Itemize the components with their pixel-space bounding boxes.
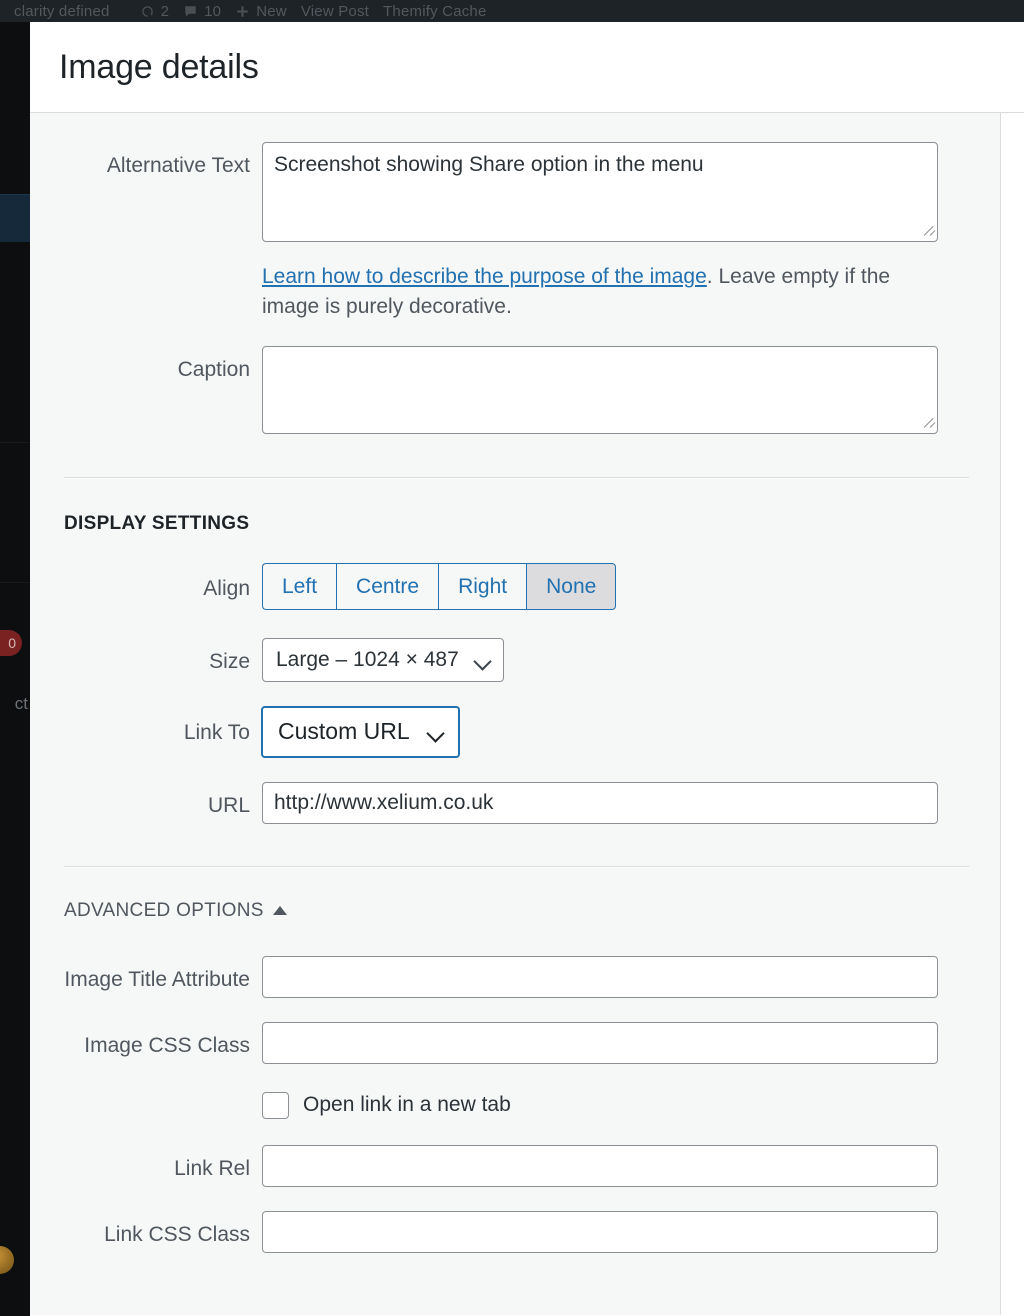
advanced-options-heading: ADVANCED OPTIONS [64,899,264,921]
sidebar-item-truncated-label[interactable]: ct [0,694,30,714]
sidebar-divider [0,582,30,583]
size-setting: Size Large – 1024 × 487 [30,610,1000,682]
url-setting: URL [30,758,1000,824]
alt-text-help: Learn how to describe the purpose of the… [30,247,1000,322]
align-button-group: Left Centre Right None [262,562,617,610]
updates-count: 2 [160,2,170,20]
modal-right-gutter [1001,113,1024,1316]
admin-bar-new[interactable]: New [235,3,301,20]
caption-setting: Caption [30,322,1000,439]
size-select[interactable]: Large – 1024 × 487 [262,637,504,682]
wp-admin-bar: clarity defined 2 10 New View Post Themi… [0,0,1024,22]
link-rel-setting: Link Rel [30,1119,1000,1187]
caption-input[interactable] [262,345,938,434]
alt-text-input[interactable] [262,142,938,242]
size-select-value: Large – 1024 × 487 [276,647,459,671]
themify-cache-label: Themify Cache [383,2,487,20]
link-to-select-value: Custom URL [278,718,410,745]
sidebar-pending-badge: 0 [0,630,22,656]
align-left-button[interactable]: Left [262,562,337,610]
avatar[interactable] [0,1246,14,1274]
image-title-attribute-setting: Image Title Attribute [30,922,1000,998]
sidebar-badge-count: 0 [8,635,16,651]
size-label: Size [209,649,250,673]
caption-label: Caption [177,357,250,381]
wp-admin-backdrop: clarity defined 2 10 New View Post Themi… [0,0,1024,1316]
link-css-class-setting: Link CSS Class [30,1187,1000,1253]
comments-count: 10 [204,2,222,20]
align-setting: Align Left Centre Right None [30,535,1000,610]
link-to-select[interactable]: Custom URL [261,705,460,758]
wp-admin-sidebar: 0 ct [0,22,30,1316]
alt-text-label: Alternative Text [106,154,250,177]
advanced-options-toggle[interactable]: ADVANCED OPTIONS [64,900,287,922]
image-css-class-label: Image CSS Class [84,1033,250,1057]
align-right-button[interactable]: Right [438,562,527,610]
align-label: Align [203,576,250,600]
sidebar-item-active[interactable] [0,194,30,242]
page-title: Image details [59,47,259,86]
chevron-down-icon [473,652,492,671]
image-css-class-input[interactable] [262,1021,938,1064]
image-css-class-setting: Image CSS Class [30,998,1000,1064]
image-title-attribute-label: Image Title Attribute [64,967,250,991]
link-rel-input[interactable] [262,1144,938,1187]
url-label: URL [207,793,250,817]
display-settings-heading: DISPLAY SETTINGS [64,512,250,534]
site-name-label: clarity defined [14,2,110,20]
comment-bubble-icon [183,4,198,19]
align-none-button[interactable]: None [526,562,617,610]
admin-bar-comments[interactable]: 10 [183,3,235,20]
image-title-attribute-input[interactable] [262,955,938,998]
open-new-tab-setting: Open link in a new tab [30,1064,1000,1119]
updates-icon [140,4,155,19]
sidebar-divider [0,442,30,443]
admin-bar-themify-cache[interactable]: Themify Cache [383,3,500,20]
image-details-modal: Image details Alternative Text Learn how… [30,22,1024,1316]
alt-text-help-text: Learn how to describe the purpose of the… [262,262,938,322]
caret-up-icon [272,906,287,916]
new-label: New [256,2,287,20]
url-input[interactable] [262,781,938,824]
link-to-label: Link To [183,720,250,744]
admin-bar-view-post[interactable]: View Post [301,3,383,20]
alt-text-setting: Alternative Text [30,113,1000,247]
chevron-down-icon [425,724,445,743]
link-to-setting: Link To Custom URL [30,682,1000,758]
admin-bar-updates[interactable]: 2 [140,3,184,20]
learn-how-link[interactable]: Learn how to describe the purpose of the… [262,265,707,288]
open-new-tab-label[interactable]: Open link in a new tab [303,1093,511,1117]
modal-body: Alternative Text Learn how to describe t… [30,113,1001,1315]
modal-header: Image details [30,22,1024,113]
link-css-class-input[interactable] [262,1210,938,1253]
open-new-tab-checkbox[interactable] [262,1091,289,1119]
align-centre-button[interactable]: Centre [336,562,439,610]
link-rel-label: Link Rel [174,1156,250,1180]
admin-bar-site-name[interactable]: clarity defined [14,3,140,20]
plus-icon [235,4,250,19]
view-post-label: View Post [300,2,370,20]
link-css-class-label: Link CSS Class [104,1222,250,1246]
